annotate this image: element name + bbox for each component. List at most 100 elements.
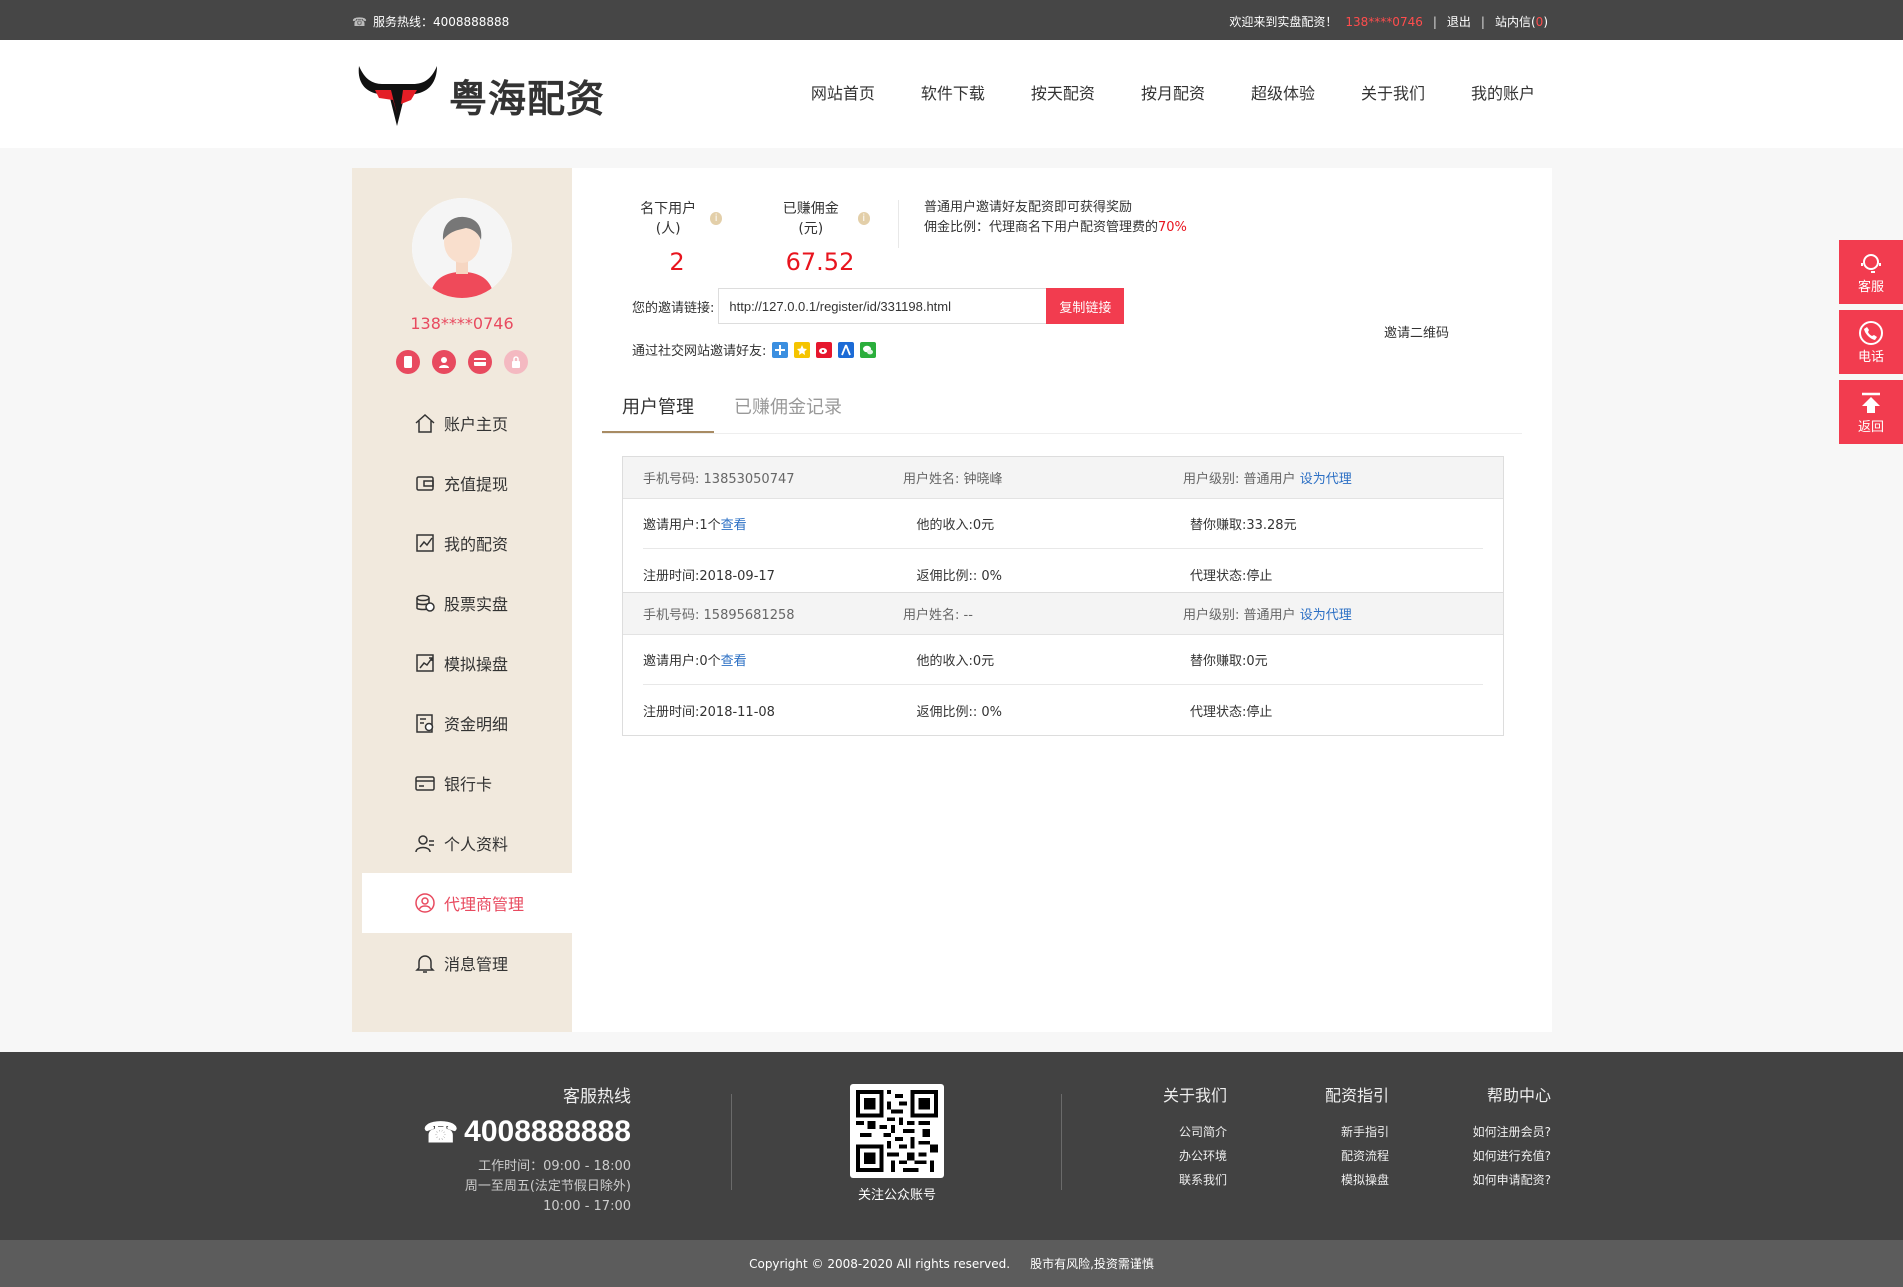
status-label: 代理状态: bbox=[1189, 568, 1247, 584]
sidebar-item-recharge[interactable]: 充值提现 bbox=[362, 453, 572, 513]
nav-monthly[interactable]: 按月配资 bbox=[1141, 80, 1205, 104]
footer-link[interactable]: 如何注册会员? bbox=[1473, 1120, 1551, 1144]
earned-value: 0元 bbox=[1246, 654, 1268, 669]
footer-hotline: 客服热线 ☎ 4008888888 工作时间：09:00 - 18:00 周一至周… bbox=[423, 1082, 631, 1217]
nav-daily[interactable]: 按天配资 bbox=[1031, 80, 1095, 104]
identity-verified-icon[interactable] bbox=[432, 350, 456, 374]
footer-link[interactable]: 新手指引 bbox=[1325, 1120, 1389, 1144]
footer-link[interactable]: 如何进行充值? bbox=[1473, 1144, 1551, 1168]
bankcard-verified-icon[interactable] bbox=[468, 350, 492, 374]
welcome-text: 欢迎来到实盘配资！ bbox=[1229, 15, 1338, 29]
messages-link[interactable]: 站内信(0) bbox=[1495, 13, 1548, 30]
social-share-row: 通过社交网站邀请好友: bbox=[632, 340, 877, 359]
customer-service-button[interactable]: 客服 bbox=[1839, 240, 1903, 304]
copy-link-button[interactable]: 复制链接 bbox=[1046, 288, 1125, 324]
sidebar-item-messages[interactable]: 消息管理 bbox=[362, 933, 572, 993]
social-share-label: 通过社交网站邀请好友: bbox=[632, 344, 767, 359]
set-agent-link[interactable]: 设为代理 bbox=[1300, 608, 1352, 623]
earned-value: 33.28元 bbox=[1246, 518, 1297, 533]
view-invited-link[interactable]: 查看 bbox=[721, 518, 747, 533]
footer-link[interactable]: 如何申请配资? bbox=[1473, 1168, 1551, 1192]
work-time-2: 10:00 - 17:00 bbox=[543, 1199, 631, 1214]
agent-tabs: 用户管理 已赚佣金记录 bbox=[602, 382, 1522, 434]
user-phone-link[interactable]: 138****0746 bbox=[1345, 15, 1422, 29]
sidebar-item-label: 资金明细 bbox=[444, 715, 509, 734]
sidebar-item-my-financing[interactable]: 我的配资 bbox=[362, 513, 572, 573]
footer-link[interactable]: 模拟操盘 bbox=[1325, 1168, 1389, 1192]
invited-count: 1个 bbox=[699, 518, 721, 533]
phone-button[interactable]: 电话 bbox=[1839, 310, 1903, 374]
sidebar-item-account-home[interactable]: 账户主页 bbox=[362, 393, 572, 453]
home-icon bbox=[414, 412, 436, 434]
wechat-share-icon[interactable] bbox=[860, 341, 877, 358]
info-icon[interactable]: i bbox=[857, 211, 870, 225]
invited-label: 邀请用户: bbox=[643, 518, 700, 533]
nav-download[interactable]: 软件下载 bbox=[921, 80, 985, 104]
side-tool-label: 返回 bbox=[1857, 419, 1884, 435]
side-tool-label: 电话 bbox=[1857, 349, 1884, 365]
hotline-label: 服务热线： bbox=[372, 15, 433, 29]
logout-link[interactable]: 退出 bbox=[1447, 13, 1471, 30]
sidebar-item-simulation[interactable]: 模拟操盘 bbox=[362, 633, 572, 693]
separator: | bbox=[1480, 14, 1485, 29]
tab-commission-records[interactable]: 已赚佣金记录 bbox=[714, 382, 862, 433]
sidebar-item-stock-live[interactable]: 股票实盘 bbox=[362, 573, 572, 633]
user-card-row: 邀请用户:1个查看 他的收入:0元 替你赚取:33.28元 bbox=[643, 499, 1483, 549]
site-header: 粤海配资 网站首页 软件下载 按天配资 按月配资 超级体验 关于我们 我的账户 bbox=[0, 40, 1903, 148]
footer-column-help: 帮助中心 如何注册会员? 如何进行充值? 如何申请配资? bbox=[1473, 1082, 1551, 1192]
set-agent-link[interactable]: 设为代理 bbox=[1300, 472, 1352, 487]
footer-link[interactable]: 公司简介 bbox=[1163, 1120, 1227, 1144]
user-name: 钟晓峰 bbox=[963, 472, 1003, 487]
footer-link[interactable]: 办公环境 bbox=[1163, 1144, 1227, 1168]
invited-count: 0个 bbox=[699, 654, 721, 669]
copyright-bar: Copyright © 2008-2020 All rights reserve… bbox=[0, 1240, 1903, 1287]
copyright-text: Copyright © 2008-2020 All rights reserve… bbox=[749, 1256, 1011, 1271]
weibo-share-icon[interactable] bbox=[816, 341, 833, 358]
footer-column-title: 关于我们 bbox=[1162, 1086, 1227, 1105]
user-phone: 138****0746 bbox=[410, 314, 514, 333]
invite-link-input[interactable] bbox=[718, 288, 1047, 324]
footer-link[interactable]: 配资流程 bbox=[1325, 1144, 1389, 1168]
sidebar-item-profile[interactable]: 个人资料 bbox=[362, 813, 572, 873]
wallet-icon bbox=[414, 472, 436, 494]
renren-share-icon[interactable] bbox=[838, 341, 855, 358]
rebate-label: 返佣比例:: bbox=[916, 568, 978, 584]
commission-rate: 70% bbox=[1158, 220, 1187, 235]
footer-column-guide: 配资指引 新手指引 配资流程 模拟操盘 bbox=[1325, 1082, 1389, 1192]
site-logo[interactable]: 粤海配资 bbox=[355, 60, 605, 130]
trend-icon bbox=[414, 652, 436, 674]
sidebar-item-label: 我的配资 bbox=[444, 535, 509, 554]
sidebar-item-agent-management[interactable]: 代理商管理 bbox=[362, 873, 572, 933]
star-share-icon[interactable] bbox=[794, 341, 811, 358]
footer-link[interactable]: 联系我们 bbox=[1163, 1168, 1227, 1192]
referred-user-card-2: 手机号码: 15895681258 用户姓名: -- 用户级别: 普通用户 设为… bbox=[622, 592, 1504, 736]
tab-user-management[interactable]: 用户管理 bbox=[602, 382, 714, 433]
user-icon bbox=[414, 832, 436, 854]
desc-line-1: 普通用户邀请好友配资即可获得奖励 bbox=[924, 200, 1133, 215]
password-lock-icon[interactable] bbox=[504, 350, 528, 374]
top-bar: ☎ 服务热线： 4008888888 欢迎来到实盘配资！ 138****0746… bbox=[0, 0, 1903, 40]
agent-icon bbox=[414, 892, 436, 914]
footer-divider bbox=[731, 1094, 732, 1190]
nav-account[interactable]: 我的账户 bbox=[1471, 80, 1535, 104]
footer-column-about: 关于我们 公司简介 办公环境 联系我们 bbox=[1163, 1082, 1227, 1192]
hotline-number: 4008888888 bbox=[432, 14, 510, 29]
footer-qr: 关注公众账号 bbox=[850, 1084, 944, 1203]
separator: | bbox=[1432, 14, 1437, 29]
reg-date: 2018-09-17 bbox=[699, 568, 775, 584]
nav-trial[interactable]: 超级体验 bbox=[1251, 80, 1315, 104]
info-icon[interactable]: i bbox=[710, 211, 722, 225]
phone-label: 手机号码: bbox=[643, 608, 700, 623]
mobile-verified-icon[interactable] bbox=[396, 350, 420, 374]
sidebar-item-bank-card[interactable]: 银行卡 bbox=[362, 753, 572, 813]
sidebar-item-label: 代理商管理 bbox=[444, 895, 525, 914]
sidebar-item-fund-details[interactable]: 资金明细 bbox=[362, 693, 572, 753]
nav-home[interactable]: 网站首页 bbox=[811, 80, 875, 104]
nav-about[interactable]: 关于我们 bbox=[1361, 80, 1425, 104]
qzone-share-icon[interactable] bbox=[772, 341, 789, 358]
phone-label: 手机号码: bbox=[643, 472, 700, 487]
view-invited-link[interactable]: 查看 bbox=[721, 654, 747, 669]
agent-status: 停止 bbox=[1246, 568, 1273, 584]
referred-user-card-1: 手机号码: 13853050747 用户姓名: 钟晓峰 用户级别: 普通用户 设… bbox=[622, 456, 1504, 600]
back-to-top-button[interactable]: 返回 bbox=[1839, 380, 1903, 444]
